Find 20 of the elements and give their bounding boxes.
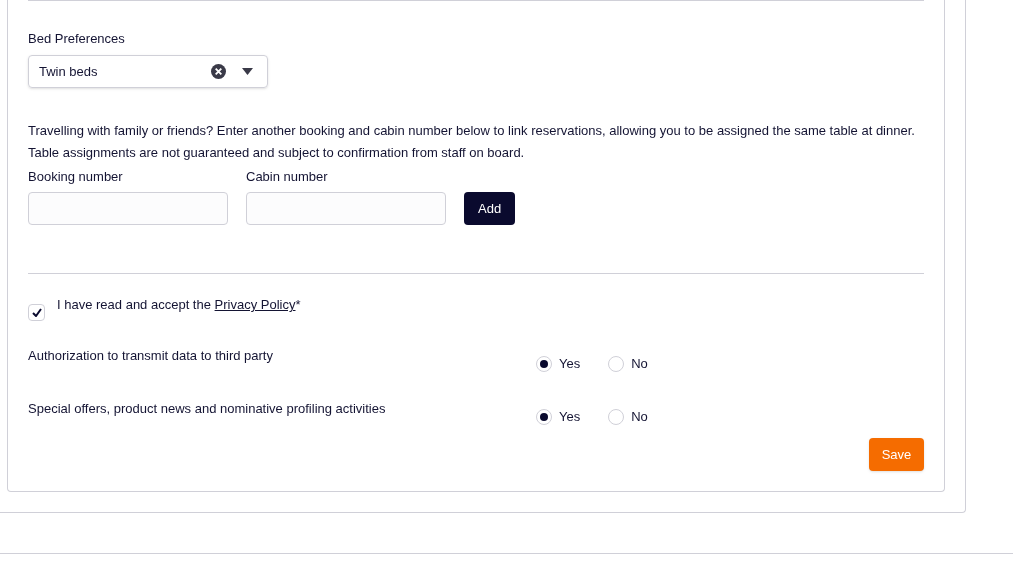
radio-option[interactable]: Yes bbox=[536, 354, 581, 374]
link-description: Travelling with family or friends? Enter another booking and cabin number below to link reservations, allowing you to be assigned the same table at dinner. Table assignments are not guaranteed and subject to confirmation from staff on board. bbox=[28, 122, 916, 162]
field-label: Cabin number bbox=[246, 168, 329, 186]
radio-option[interactable]: No bbox=[608, 354, 648, 374]
field-label: Booking number bbox=[28, 168, 124, 186]
privacy-checkbox[interactable] bbox=[28, 304, 45, 321]
field-label: Bed Preferences bbox=[28, 31, 126, 47]
radio-option[interactable]: No bbox=[608, 407, 648, 427]
text-field[interactable] bbox=[246, 192, 446, 225]
caret-icon[interactable] bbox=[242, 68, 253, 75]
text-field[interactable] bbox=[28, 192, 228, 225]
radio-option[interactable]: Yes bbox=[536, 407, 581, 427]
privacy-policy-link[interactable]: Privacy Policy bbox=[214, 297, 296, 312]
add-button[interactable]: Add bbox=[464, 192, 516, 225]
bed-select[interactable]: Twin beds bbox=[28, 55, 268, 88]
check-icon bbox=[31, 308, 42, 317]
consent-label: Special offers, product news and nominative profiling activities bbox=[28, 400, 387, 418]
privacy-statement: I have read and accept the Privacy Policy* bbox=[57, 296, 301, 314]
clear-icon[interactable] bbox=[211, 64, 226, 79]
consent-label: Authorization to transmit data to third party bbox=[28, 347, 274, 365]
